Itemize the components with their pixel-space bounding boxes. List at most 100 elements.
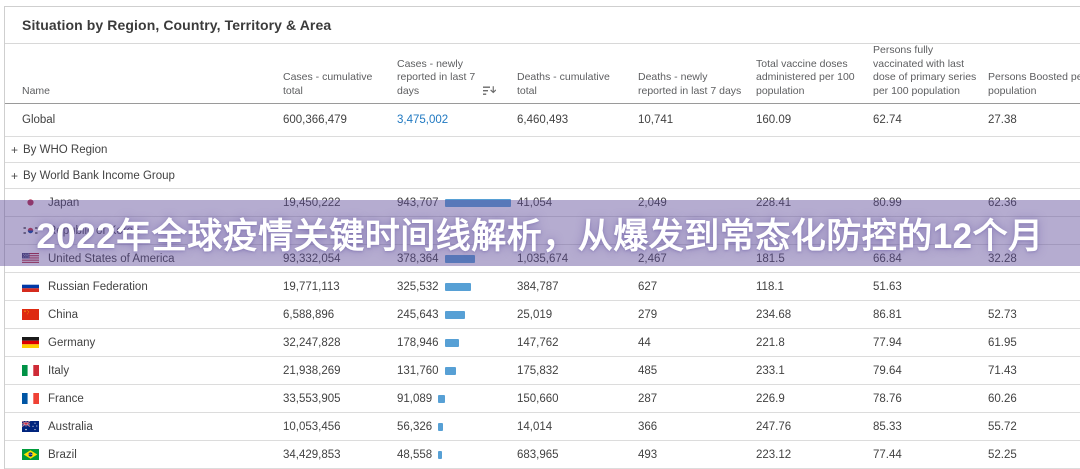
cases-new-7d-bar: [444, 310, 465, 319]
column-header-cases-cumulative[interactable]: Cases - cumulative total: [283, 71, 397, 98]
brazil-flag-icon: [22, 449, 39, 460]
table-row-russian-federation[interactable]: Russian Federation 19,771,113 325,532 38…: [5, 273, 1080, 301]
cases-new-7d-value: 131,760: [397, 364, 439, 377]
deaths-cumulative-value: 147,762: [517, 336, 559, 349]
column-header-name[interactable]: Name: [5, 85, 283, 99]
cases-new-7d-bar: [444, 282, 471, 291]
cases-new-7d-value: 325,532: [397, 280, 439, 293]
vaccine-doses-value: 160.09: [756, 114, 792, 126]
country-name: Germany: [48, 336, 96, 349]
cases-new-7d-cell: 245,643: [397, 309, 517, 321]
cases-new-7d-bar: [438, 394, 446, 403]
boosted-value: 61.95: [988, 336, 1017, 349]
fully-vaccinated-value: 77.94: [873, 336, 902, 349]
column-header-vaccine-doses[interactable]: Total vaccine doses administered per 100…: [756, 58, 873, 99]
deaths-new-7d-value: 279: [638, 308, 658, 321]
fully-vaccinated-value: 79.64: [873, 364, 902, 377]
cases-new-7d-cell: 131,760: [397, 365, 517, 377]
cases-new-7d-cell: 178,946: [397, 337, 517, 349]
deaths-new-7d-value: 10,741: [638, 114, 674, 126]
country-name: China: [48, 308, 79, 321]
table-row-france[interactable]: France 33,553,905 91,089 150,660 287 226…: [5, 385, 1080, 413]
boosted-value: 55.72: [988, 420, 1017, 433]
country-name: Italy: [48, 364, 70, 377]
column-header-cases-new-7d[interactable]: Cases - newly reported in last 7 days: [397, 58, 517, 99]
fully-vaccinated-value: 62.74: [873, 114, 902, 126]
country-name: Australia: [48, 420, 93, 433]
deaths-cumulative-value: 683,965: [517, 448, 559, 461]
deaths-new-7d-value: 366: [638, 420, 658, 433]
country-name: Russian Federation: [48, 280, 148, 293]
cases-cumulative-value: 6,588,896: [283, 308, 335, 321]
cases-new-7d-cell: 48,558: [397, 449, 517, 461]
sort-descending-icon[interactable]: [483, 85, 497, 97]
table-row-brazil[interactable]: Brazil 34,429,853 48,558 683,965 493 223…: [5, 441, 1080, 469]
table-row-china[interactable]: China 6,588,896 245,643 25,019 279 234.6…: [5, 301, 1080, 329]
cases-cumulative-value: 33,553,905: [283, 392, 341, 405]
cases-new-7d-value: 245,643: [397, 308, 439, 321]
row-name: Global: [22, 114, 56, 126]
card-title: Situation by Region, Country, Territory …: [22, 17, 332, 33]
cases-new-7d-value: 56,326: [397, 420, 433, 433]
country-name: France: [48, 392, 84, 405]
deaths-new-7d-value: 44: [638, 336, 651, 349]
deaths-cumulative-value: 14,014: [517, 420, 553, 433]
column-header-deaths-new-7d[interactable]: Deaths - newly reported in last 7 days: [638, 71, 756, 98]
plus-icon: +: [11, 142, 19, 157]
column-header-fully-vaccinated[interactable]: Persons fully vaccinated with last dose …: [873, 44, 988, 99]
france-flag-icon: [22, 393, 39, 404]
country-name: Brazil: [48, 448, 77, 461]
fully-vaccinated-value: 86.81: [873, 308, 902, 321]
boosted-value: 52.25: [988, 448, 1017, 461]
deaths-cumulative-value: 25,019: [517, 308, 553, 321]
table-row-italy[interactable]: Italy 21,938,269 131,760 175,832 485 233…: [5, 357, 1080, 385]
table-header: Name Cases - cumulative total Cases - ne…: [5, 44, 1080, 104]
cases-new-7d-value: 48,558: [397, 448, 433, 461]
table-row-germany[interactable]: Germany 32,247,828 178,946 147,762 44 22…: [5, 329, 1080, 357]
italy-flag-icon: [22, 365, 39, 376]
cases-cumulative-value: 600,366,479: [283, 114, 347, 126]
deaths-cumulative-value: 6,460,493: [517, 114, 569, 126]
vaccine-doses-value: 226.9: [756, 392, 785, 405]
fully-vaccinated-value: 51.63: [873, 280, 902, 293]
fully-vaccinated-value: 78.76: [873, 392, 902, 405]
fully-vaccinated-value: 85.33: [873, 420, 902, 433]
expander-by-who-region[interactable]: + By WHO Region: [5, 137, 1080, 163]
table-row-global[interactable]: Global 600,366,479 3,475,002 6,460,493 1…: [5, 104, 1080, 137]
vaccine-doses-value: 223.12: [756, 448, 792, 461]
column-header-deaths-cumulative[interactable]: Deaths - cumulative total: [517, 71, 638, 98]
vaccine-doses-value: 247.76: [756, 420, 792, 433]
cases-new-7d-bar: [444, 338, 459, 347]
cases-cumulative-value: 34,429,853: [283, 448, 341, 461]
plus-icon: +: [11, 168, 19, 183]
germany-flag-icon: [22, 337, 39, 348]
cases-new-7d-value: 91,089: [397, 392, 433, 405]
cases-new-7d-cell: 325,532: [397, 281, 517, 293]
page: Situation by Region, Country, Territory …: [0, 0, 1080, 469]
deaths-cumulative-value: 384,787: [517, 280, 559, 293]
cases-cumulative-value: 32,247,828: [283, 336, 341, 349]
overlay-banner: 2022年全球疫情关键时间线解析，从爆发到常态化防控的12个月: [0, 200, 1080, 266]
column-header-boosted[interactable]: Persons Boosted per 100 population: [988, 71, 1080, 98]
expander-by-world-bank-income-group[interactable]: + By World Bank Income Group: [5, 163, 1080, 189]
cases-cumulative-value: 10,053,456: [283, 420, 341, 433]
deaths-new-7d-value: 287: [638, 392, 658, 405]
russia-flag-icon: [22, 281, 39, 292]
vaccine-doses-value: 118.1: [756, 280, 784, 293]
vaccine-doses-value: 233.1: [756, 364, 785, 377]
boosted-value: 27.38: [988, 114, 1017, 126]
cases-cumulative-value: 21,938,269: [283, 364, 341, 377]
deaths-new-7d-value: 627: [638, 280, 658, 293]
boosted-value: 60.26: [988, 392, 1017, 405]
boosted-value: 52.73: [988, 308, 1017, 321]
deaths-cumulative-value: 175,832: [517, 364, 559, 377]
cases-new-7d-link[interactable]: 3,475,002: [397, 114, 517, 126]
cases-new-7d-cell: 56,326: [397, 421, 517, 433]
table-row-australia[interactable]: Australia 10,053,456 56,326 14,014 366 2…: [5, 413, 1080, 441]
fully-vaccinated-value: 77.44: [873, 448, 902, 461]
australia-flag-icon: [22, 421, 39, 432]
china-flag-icon: [22, 309, 39, 320]
deaths-new-7d-value: 493: [638, 448, 658, 461]
deaths-new-7d-value: 485: [638, 364, 658, 377]
cases-new-7d-bar: [444, 366, 456, 375]
